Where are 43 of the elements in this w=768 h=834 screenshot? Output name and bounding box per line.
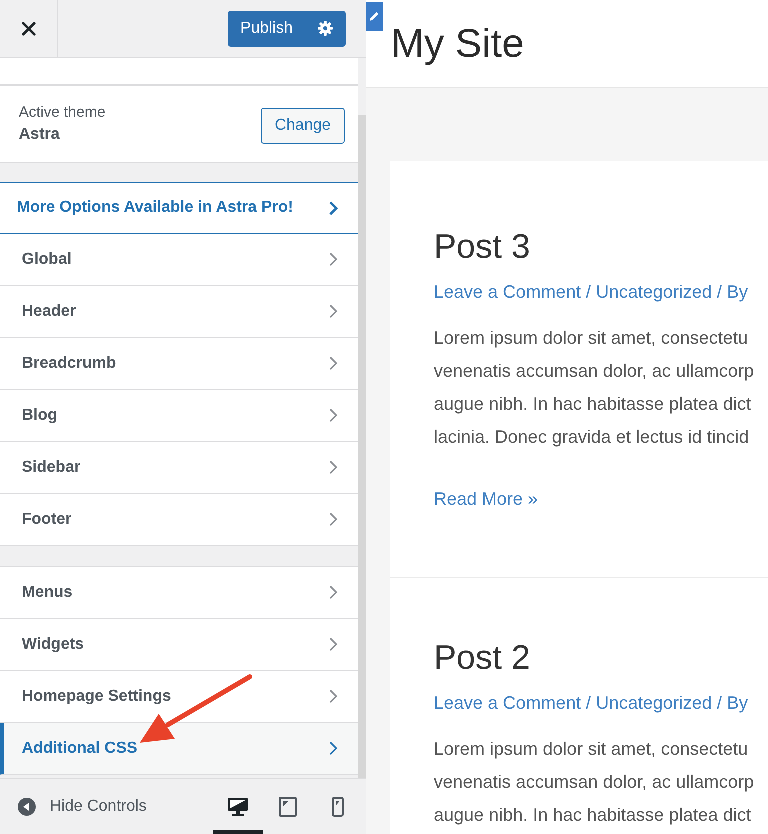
hide-controls-button[interactable]: Hide Controls	[0, 779, 147, 834]
panel-item[interactable]: Header	[0, 286, 358, 338]
panel-item[interactable]: Menus	[0, 567, 358, 619]
post-meta-links[interactable]: Leave a Comment / Uncategorized / By	[434, 280, 748, 304]
post-title: Post 3	[434, 227, 530, 267]
chevron-right-icon	[329, 304, 338, 319]
chevron-right-icon	[329, 460, 338, 475]
panel-item[interactable]: Widgets	[0, 619, 358, 671]
tablet-icon	[279, 796, 297, 816]
panel-item[interactable]: Homepage Settings	[0, 671, 358, 723]
chevron-right-icon	[329, 585, 338, 600]
panel-item[interactable]: Sidebar	[0, 442, 358, 494]
pencil-icon[interactable]	[366, 2, 383, 31]
chevron-right-icon	[329, 408, 338, 423]
chevron-right-icon	[329, 512, 338, 527]
post-excerpt: Lorem ipsum dolor sit amet, consectetu venenatis accumsan dolor, ac ullamcorp augue nibh. In hac habitasse platea dict	[434, 738, 754, 827]
theme-name: Astra	[19, 125, 60, 145]
publish-button[interactable]: Publish	[228, 10, 305, 46]
read-more-link[interactable]: Read More »	[434, 487, 538, 511]
gear-icon	[318, 21, 333, 36]
close-icon	[22, 22, 36, 36]
panel-item[interactable]: Blog	[0, 390, 358, 442]
chevron-right-icon	[329, 689, 338, 704]
change-theme-button[interactable]: Change	[261, 108, 345, 144]
panel-item[interactable]: Breadcrumb	[0, 338, 358, 390]
promo-link[interactable]: More Options Available in Astra Pro!	[0, 182, 358, 234]
chevron-right-icon	[329, 252, 338, 267]
chevron-right-icon	[329, 741, 338, 756]
chevron-right-icon	[329, 200, 338, 216]
chevron-right-icon	[329, 356, 338, 371]
desktop-icon	[228, 798, 248, 816]
post-excerpt: Lorem ipsum dolor sit amet, consectetu venenatis accumsan dolor, ac ullamcorp augue nibh. In hac habitasse platea dict lacinia. Donec gravida et lectus id tincid	[434, 327, 754, 449]
left-arrow-circle-icon	[18, 798, 36, 816]
panel-item[interactable]: Global	[0, 234, 358, 286]
post-meta-links[interactable]: Leave a Comment / Uncategorized / By	[434, 691, 748, 715]
site-title: My Site	[391, 20, 524, 68]
chevron-right-icon	[329, 637, 338, 652]
post-title: Post 2	[434, 638, 530, 678]
mobile-icon	[332, 796, 344, 816]
panel-item[interactable]: Additional CSS	[0, 723, 358, 775]
publish-settings-button[interactable]	[305, 10, 346, 46]
panel-item[interactable]: Footer	[0, 494, 358, 546]
theme-label: Active theme	[19, 103, 106, 123]
